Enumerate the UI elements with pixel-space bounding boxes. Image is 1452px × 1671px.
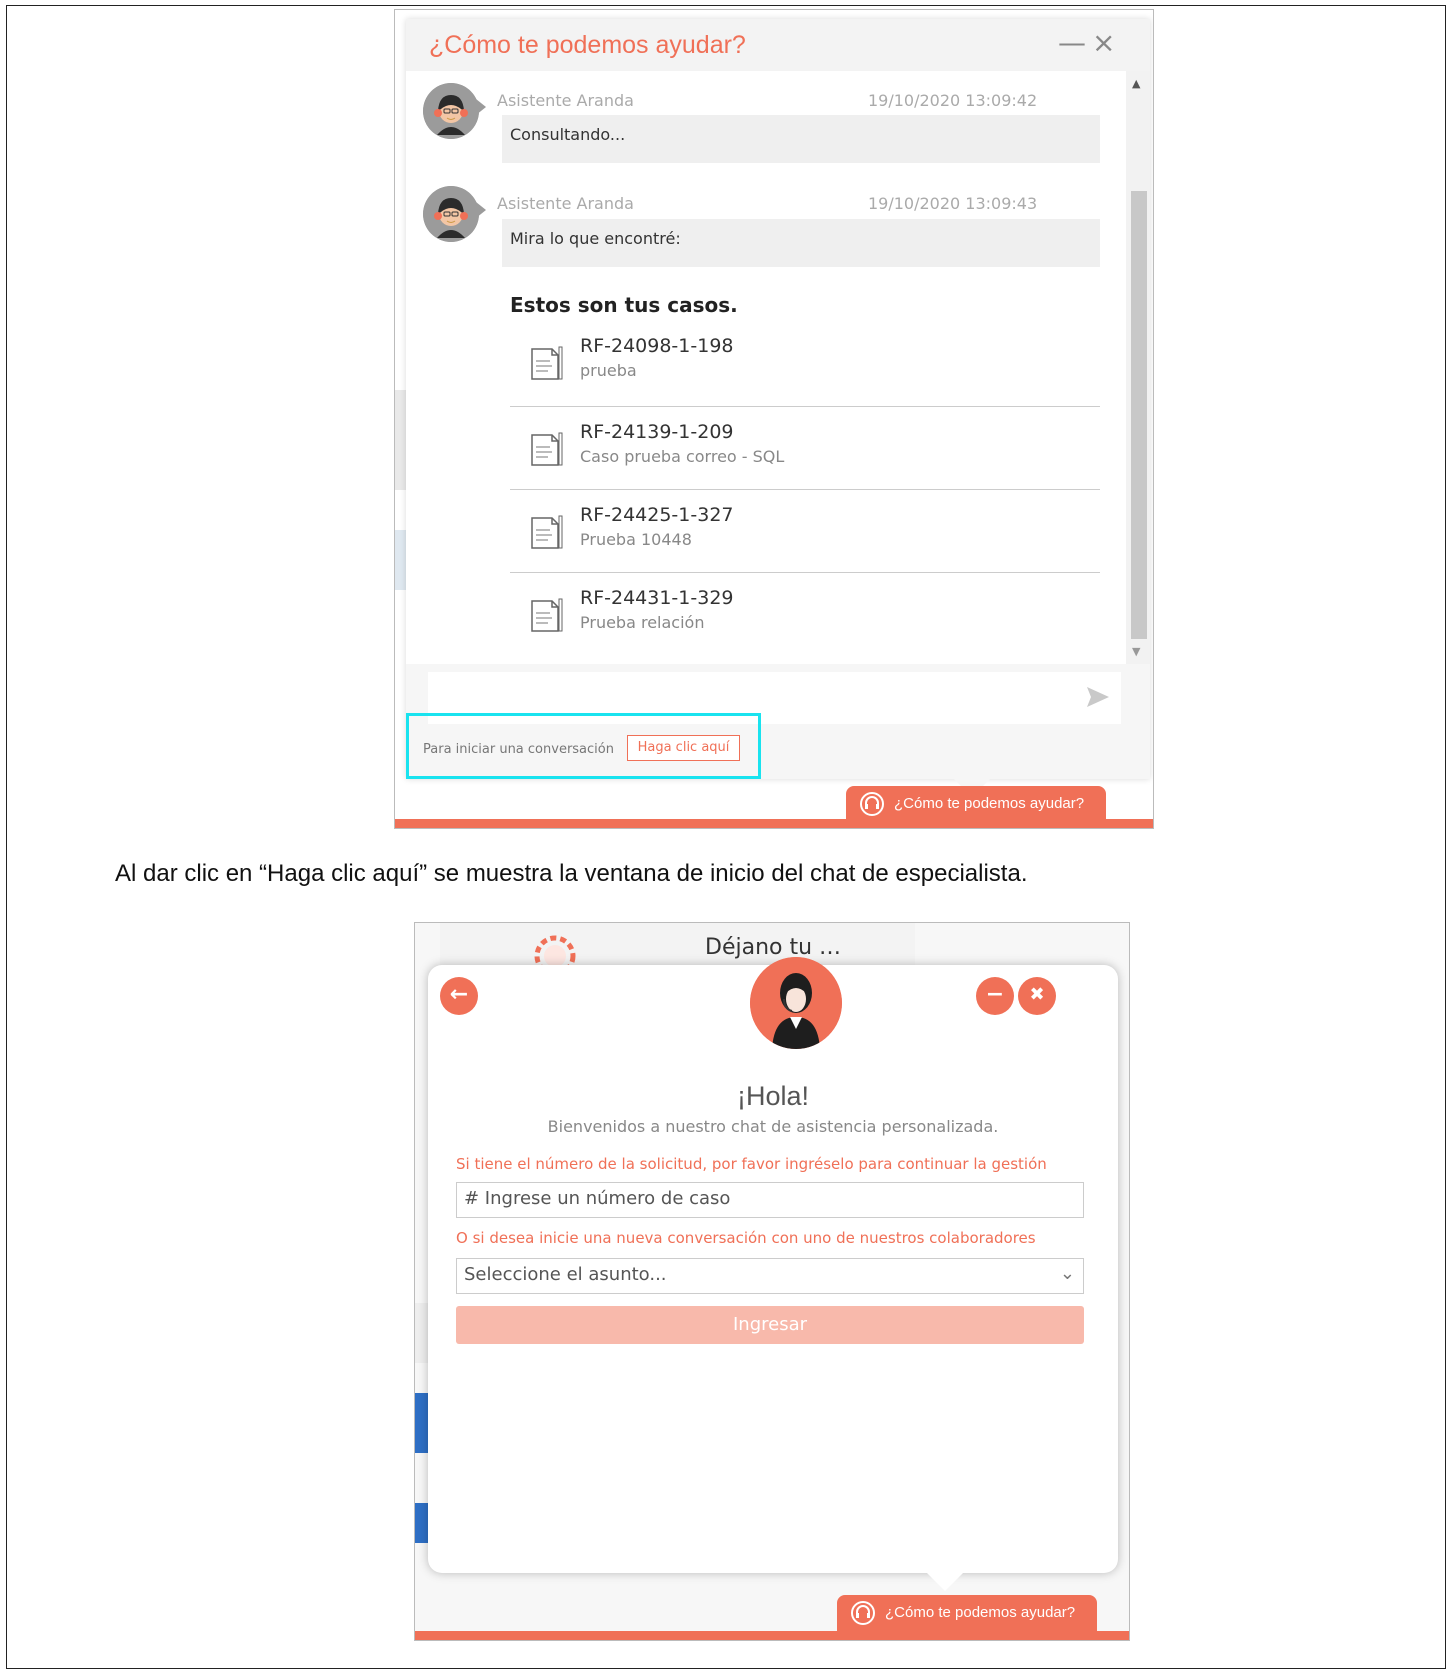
case-number-label: Si tiene el número de la solicitud, por … [456,1155,1047,1173]
case-id: RF-24425-1-327 [580,504,734,526]
case-id: RF-24098-1-198 [580,335,734,357]
send-icon[interactable] [1085,684,1111,710]
message-time: 19/10/2020 13:09:43 [868,194,1038,213]
close-button[interactable]: ✖ [1018,977,1056,1015]
help-tab-label: ¿Cómo te podemos ayudar? [885,1604,1076,1621]
case-list-item[interactable]: RF-24139-1-209 Caso prueba correo - SQL [510,407,1100,490]
minimize-button[interactable]: — [1058,29,1086,57]
welcome-text: Bienvenidos a nuestro chat de asistencia… [547,1117,999,1136]
message-sender: Asistente Aranda [497,91,634,110]
case-description: Caso prueba correo - SQL [580,447,785,466]
scroll-down-icon[interactable]: ▼ [1132,645,1140,658]
case-list-item[interactable]: RF-24425-1-327 Prueba 10448 [510,490,1100,573]
help-tab-label: ¿Cómo te podemos ayudar? [894,795,1085,812]
agent-avatar-icon [750,957,842,1049]
chat-screenshot-1: ¿Cómo te podemos ayudar? — × Asistente A… [394,9,1154,829]
help-tab-button[interactable]: ¿Cómo te podemos ayudar? [846,786,1106,822]
document-icon [531,598,563,632]
headset-icon [860,792,884,816]
page-footer-bar [415,1631,1129,1640]
chat-screenshot-2: Déjano tu … ← − ✖ ¡Hola! Bienvenidos a n… [414,922,1130,1641]
scrollbar-thumb[interactable] [1131,191,1147,639]
assistant-avatar-icon [423,186,479,242]
cases-title: Estos son tus casos. [510,293,738,317]
back-button[interactable]: ← [440,977,478,1015]
subject-select-value: Seleccione el asunto... [464,1264,667,1285]
chevron-down-icon: ⌄ [1059,1263,1075,1284]
document-icon [531,515,563,549]
case-id: RF-24139-1-209 [580,421,734,443]
message-list[interactable]: Asistente Aranda 19/10/2020 13:09:42 Con… [406,71,1126,664]
ingresar-button[interactable]: Ingresar [456,1306,1084,1344]
message-sender: Asistente Aranda [497,194,634,213]
subject-select[interactable]: Seleccione el asunto... ⌄ [456,1258,1084,1294]
caption-text: Al dar clic en “Haga clic aquí” se muest… [115,860,1028,887]
chat-title: ¿Cómo te podemos ayudar? [429,31,746,59]
specialist-chat-panel: ← − ✖ ¡Hola! Bienvenidos a nuestro chat … [428,957,1118,1573]
help-tab-button[interactable]: ¿Cómo te podemos ayudar? [837,1595,1097,1631]
message-text: Mira lo que encontré: [502,219,1100,267]
case-description: prueba [580,361,637,380]
document-icon [531,432,563,466]
background-fragment [415,1303,429,1363]
avatar-pointer [476,202,486,218]
new-conversation-label: O si desea inicie una nueva conversación… [456,1229,1036,1247]
assistant-avatar-icon [423,83,479,139]
case-list-item[interactable]: RF-24098-1-198 prueba [510,321,1100,407]
case-list-item[interactable]: RF-24431-1-329 Prueba relación [510,573,1100,659]
chat-header: ¿Cómo te podemos ayudar? — × [406,19,1150,71]
tab-pointer [927,1573,963,1591]
background-fragment [415,1393,429,1453]
footer-text: Para iniciar una conversación [423,742,614,757]
scroll-up-icon[interactable]: ▲ [1132,77,1140,90]
message-text: Consultando... [502,115,1100,163]
message-time: 19/10/2020 13:09:42 [868,91,1038,110]
close-button[interactable]: × [1092,29,1115,57]
document-icon [531,346,563,380]
message-scrollbar[interactable]: ▲ ▼ [1126,71,1150,664]
avatar-pointer [476,99,486,115]
case-number-input[interactable]: # Ingrese un número de caso [456,1182,1084,1218]
page-footer-bar [395,819,1153,828]
haga-clic-button[interactable]: Haga clic aquí [627,735,740,761]
background-fragment [415,1503,429,1543]
headset-icon [851,1601,875,1625]
chat-window: ¿Cómo te podemos ayudar? — × Asistente A… [406,19,1150,797]
case-description: Prueba relación [580,613,705,632]
greeting-title: ¡Hola! [736,1081,810,1111]
case-id: RF-24431-1-329 [580,587,734,609]
case-description: Prueba 10448 [580,530,692,549]
background-header-text: Déjano tu … [705,935,842,960]
minimize-button[interactable]: − [976,977,1014,1015]
